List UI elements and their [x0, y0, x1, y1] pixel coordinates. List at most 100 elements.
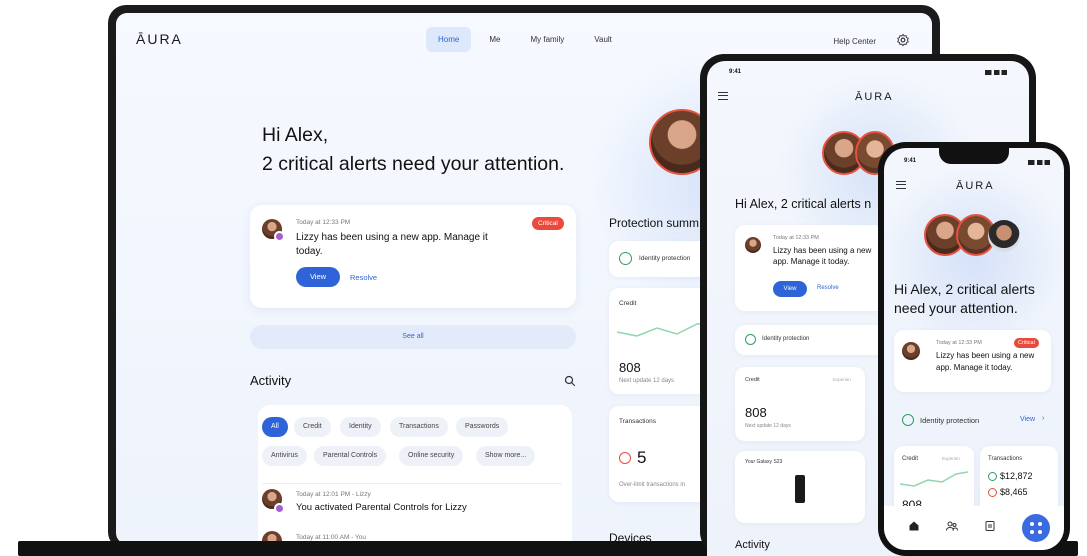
chevron-right-icon: › [1042, 415, 1045, 422]
home-icon[interactable] [908, 520, 920, 532]
phone-frame: 9:41 ĀURA Hi Alex, 2 critical alerts nee… [878, 142, 1070, 556]
chip-transactions[interactable]: Transactions [390, 417, 448, 437]
vault-icon[interactable] [984, 520, 996, 532]
family-avatar [988, 220, 1020, 252]
transactions-sub: Over-limit transactions in [619, 482, 686, 488]
aura-logo: ĀURA [136, 31, 183, 47]
credit-tag: Experian [833, 377, 851, 382]
search-icon[interactable] [564, 375, 576, 387]
view-button[interactable]: View [773, 281, 807, 297]
identity-protection-label: Identity protection [762, 336, 810, 342]
chip-all[interactable]: All [262, 417, 288, 437]
alert-timestamp: Today at 12:33 PM [936, 340, 982, 346]
activity-timestamp: Today at 11:00 AM - You [296, 534, 366, 541]
alert-icon [619, 452, 631, 464]
alert-timestamp: Today at 12:33 PM [296, 219, 351, 226]
activity-heading: Activity [250, 373, 292, 388]
tablet-activity-heading: Activity [735, 539, 770, 551]
phone-greeting: Hi Alex, 2 critical alerts need your att… [894, 281, 1035, 316]
tablet-alert-card[interactable]: Today at 12:33 PM Lizzy has been using a… [735, 225, 885, 311]
chip-online-security[interactable]: Online security [399, 446, 464, 466]
gear-icon[interactable] [896, 33, 910, 47]
chip-identity[interactable]: Identity [340, 417, 381, 437]
chip-antivirus[interactable]: Antivirus [262, 446, 307, 466]
credit-label: Credit [745, 377, 760, 383]
identity-view-link[interactable]: View [1020, 416, 1035, 423]
tab-vault[interactable]: Vault [582, 27, 624, 52]
phone-screen: 9:41 ĀURA Hi Alex, 2 critical alerts nee… [884, 148, 1064, 550]
device-mockup-stage: ĀURA Home Me My family Vault Help Center… [0, 0, 1087, 556]
phone-notch [939, 148, 1009, 164]
credit-sub: Next update 12 days [619, 378, 675, 384]
status-icons [985, 70, 1007, 75]
transactions-count: 5 [637, 448, 647, 467]
chip-parental-controls[interactable]: Parental Controls [314, 446, 387, 466]
menu-icon[interactable] [896, 181, 906, 189]
app-badge-icon [274, 231, 285, 242]
greeting-line-2: 2 critical alerts need your attention. [262, 153, 565, 175]
aura-logo: ĀURA [956, 180, 995, 192]
tablet-greeting: Hi Alex, 2 critical alerts n [735, 197, 872, 211]
family-icon[interactable] [946, 520, 958, 532]
menu-icon[interactable] [718, 92, 728, 100]
resolve-button[interactable]: Resolve [350, 273, 377, 282]
help-center-link[interactable]: Help Center [833, 37, 876, 46]
device-name: Your Galaxy S23 [745, 459, 783, 465]
tab-me[interactable]: Me [477, 27, 512, 52]
tablet-credit-card[interactable]: Credit Experian 808 Next update 12 days [735, 367, 865, 441]
critical-badge: Critical [1014, 338, 1039, 348]
nav-tabs: Home Me My family Vault [426, 27, 624, 52]
aura-logo: ĀURA [855, 91, 894, 103]
credit-score: 808 [619, 360, 641, 375]
lizzy-avatar [745, 237, 761, 253]
greeting-line-1: Hi Alex, [262, 124, 329, 146]
status-time: 9:41 [729, 69, 742, 75]
check-icon [619, 252, 632, 265]
see-all-button[interactable]: See all [250, 325, 576, 349]
divider [262, 483, 562, 484]
transactions-label: Transactions [988, 456, 1023, 462]
credit-label: Credit [902, 456, 919, 462]
alert-message: Lizzy has been using a new app. Manage i… [936, 351, 1035, 372]
alert-message: Lizzy has been using a new app. Manage i… [773, 246, 872, 266]
background-glow [884, 168, 1064, 348]
critical-badge: Critical [532, 217, 564, 230]
transaction-amount: $12,872 [1000, 471, 1033, 481]
chip-passwords[interactable]: Passwords [456, 417, 509, 437]
credit-tag: Experian [942, 456, 960, 461]
credit-label: Credit [619, 300, 637, 307]
activity-timestamp: Today at 12:01 PM - Lizzy [296, 491, 371, 498]
credit-chart [900, 471, 968, 487]
chip-credit[interactable]: Credit [294, 417, 331, 437]
resolve-button[interactable]: Resolve [817, 285, 839, 291]
lizzy-avatar [902, 342, 920, 360]
alert-timestamp: Today at 12:33 PM [773, 235, 819, 241]
identity-protection-label: Identity protection [920, 416, 980, 425]
credit-score: 808 [745, 405, 767, 420]
credit-sub: Next update 12 days [745, 423, 791, 429]
tablet-device-card[interactable]: Your Galaxy S23 [735, 451, 865, 523]
phone-device-icon [795, 475, 805, 503]
alert-card[interactable]: Today at 12:33 PM Critical Lizzy has bee… [250, 205, 576, 308]
tab-home[interactable]: Home [426, 27, 472, 52]
greeting-heading: Hi Alex, 2 critical alerts need your att… [262, 121, 564, 179]
phone-tab-bar [884, 506, 1064, 550]
alert-message: Lizzy has been using a new app. Manage i… [296, 232, 488, 257]
check-icon [745, 334, 756, 345]
chip-show-more[interactable]: Show more... [476, 446, 536, 466]
app-badge-icon [274, 503, 285, 514]
up-icon [988, 472, 997, 481]
activity-text: You activated Parental Controls for Lizz… [296, 502, 467, 513]
apps-button[interactable] [1022, 514, 1050, 542]
status-icons [1028, 160, 1050, 165]
protection-summary-heading: Protection summ [609, 216, 700, 230]
transaction-amount: $8,465 [1000, 487, 1028, 497]
phone-identity-row[interactable]: Identity protection View › [894, 406, 1051, 436]
phone-alert-card[interactable]: Today at 12:33 PM Critical Lizzy has bee… [894, 330, 1051, 392]
view-button[interactable]: View [296, 267, 340, 287]
identity-protection-label: Identity protection [639, 255, 691, 262]
tab-my-family[interactable]: My family [518, 27, 576, 52]
tablet-identity-card[interactable]: Identity protection [735, 325, 885, 355]
status-time: 9:41 [904, 158, 917, 164]
transactions-label: Transactions [619, 418, 656, 425]
